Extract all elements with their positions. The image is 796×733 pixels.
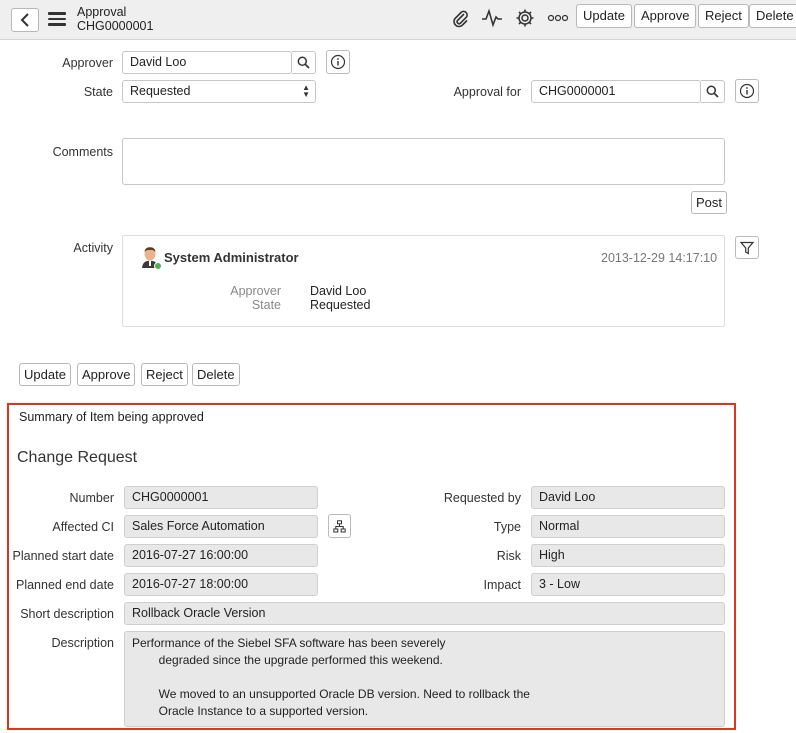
update-button[interactable]: Update [19,363,71,386]
risk-label: Risk [496,549,521,563]
approve-button[interactable]: Approve [77,363,136,386]
state-label: State [83,85,113,99]
requested-by-field: David Loo [531,486,725,509]
risk-field: High [531,544,725,567]
affected-ci-label: Affected CI [52,520,114,534]
approval-for-info-button[interactable] [735,79,759,103]
activity-filter-button[interactable] [735,236,759,259]
type-label: Type [493,520,521,534]
approval-for-label: Approval for [453,85,521,99]
select-arrows-icon: ▲ ▼ [302,83,310,99]
activity-entry [122,235,725,327]
activity-pulse-icon[interactable] [480,8,504,28]
number-label: Number [69,491,114,505]
more-icon[interactable] [546,8,570,28]
form-header: Approval CHG0000001 Update Approve Rejec… [0,0,796,40]
approval-for-lookup-button[interactable] [701,80,725,103]
short-description-field: Rollback Oracle Version [124,602,725,625]
state-select[interactable]: Requested ▲ ▼ [122,80,316,103]
activity-timestamp: 2013-12-29 14:17:10 [601,251,718,265]
requested-by-label: Requested by [443,491,521,505]
impact-field: 3 - Low [531,573,725,596]
back-button[interactable] [11,8,39,32]
form-title-record: CHG0000001 [77,19,154,33]
gear-icon[interactable] [513,8,537,28]
affected-ci-field: Sales Force Automation [124,515,318,538]
state-select-value: Requested [130,84,191,98]
search-icon [706,85,719,98]
context-menu-icon[interactable] [48,12,66,26]
activity-field-value: Requested [310,298,371,312]
number-field: CHG0000001 [124,486,318,509]
approver-label: Approver [62,56,113,70]
approver-lookup-button[interactable] [292,51,316,74]
paperclip-icon[interactable] [448,8,472,28]
description-field: Performance of the Siebel SFA software h… [124,631,725,727]
approver-info-button[interactable] [326,50,350,74]
header-reject-button[interactable]: Reject [698,4,749,28]
form-title-table: Approval [77,5,127,19]
type-field: Normal [531,515,725,538]
comments-textarea[interactable] [122,138,725,185]
short-description-label: Short description [20,607,114,621]
activity-field-name: Approver [230,284,281,298]
change-request-heading: Change Request [17,449,138,466]
planned-end-field: 2016-07-27 18:00:00 [124,573,318,596]
form-title: Approval CHG0000001 [77,5,153,33]
planned-start-field: 2016-07-27 16:00:00 [124,544,318,567]
activity-field-value: David Loo [310,284,367,298]
header-delete-button[interactable]: Delete [749,4,796,28]
filter-icon [740,241,754,255]
delete-button[interactable]: Delete [192,363,240,386]
approver-field[interactable]: David Loo [122,51,292,74]
hierarchy-icon [333,519,346,532]
activity-label: Activity [73,241,113,255]
chevron-left-icon [20,13,29,27]
ci-map-button[interactable] [328,514,351,538]
activity-field-name: State [251,298,281,312]
impact-label: Impact [483,578,521,592]
reject-button[interactable]: Reject [141,363,188,386]
summary-title: Summary of Item being approved [19,410,204,424]
post-button[interactable]: Post [691,191,728,214]
description-label: Description [51,636,114,650]
activity-author: System Administrator [164,250,299,265]
info-icon [330,54,346,70]
search-icon [297,56,310,69]
planned-start-label: Planned start date [12,549,114,563]
header-approve-button[interactable]: Approve [634,4,697,28]
comments-label: Comments [52,145,113,159]
header-update-button[interactable]: Update [576,4,632,28]
planned-end-label: Planned end date [15,578,114,592]
info-icon [739,83,755,99]
online-status-icon [154,262,162,270]
approval-for-field[interactable]: CHG0000001 [531,80,701,103]
